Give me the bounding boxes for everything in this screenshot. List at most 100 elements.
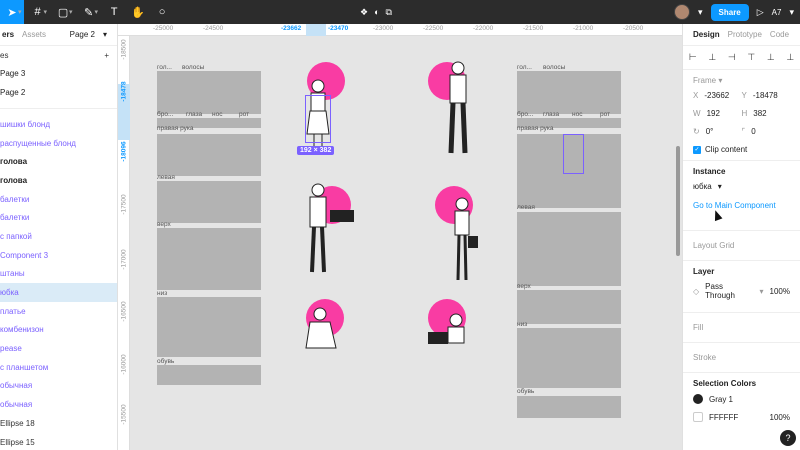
color-swatch[interactable] (693, 412, 703, 422)
layout-grid-section: Layout Grid (683, 231, 800, 261)
shoes-frame[interactable] (517, 396, 621, 418)
color-swatch[interactable] (693, 394, 703, 404)
layer-item[interactable]: с папкой (0, 227, 117, 246)
fill-title[interactable]: Fill (693, 323, 790, 332)
align-left-icon[interactable]: ⊢ (689, 52, 697, 63)
chevron-down-icon[interactable]: ▾ (69, 8, 73, 16)
y-label: Y (741, 91, 747, 100)
character-laptop[interactable] (302, 180, 358, 280)
tab-layers[interactable]: ers (2, 30, 14, 39)
chevron-down-icon[interactable]: ▾ (18, 8, 22, 16)
character-standing[interactable] (436, 58, 476, 158)
label-nose: нос (212, 111, 223, 118)
chevron-down-icon[interactable]: ▾ (698, 7, 703, 18)
shoes-frame[interactable] (157, 365, 261, 385)
character-desk[interactable] (426, 312, 474, 348)
ruler-tick: -16500 (120, 301, 128, 322)
text-icon[interactable]: T (102, 0, 126, 24)
w-field[interactable]: 192 (707, 109, 720, 118)
comment-icon[interactable]: ○ (150, 0, 174, 24)
layer-item[interactable]: голова (0, 171, 117, 190)
layer-item[interactable]: обычная (0, 395, 117, 414)
label-left-hand: левая (517, 204, 535, 211)
layer-item[interactable]: Ellipse 15 (0, 433, 117, 450)
tops-frame[interactable] (157, 228, 261, 290)
color-opacity[interactable]: 100% (770, 413, 790, 422)
layer-item[interactable]: шишки блонд (0, 115, 117, 134)
x-field[interactable]: -23662 (704, 91, 729, 100)
layer-item[interactable]: юбка (0, 283, 117, 302)
zoom-level[interactable]: A7 (772, 8, 782, 17)
page-item[interactable]: Page 2 (0, 83, 117, 102)
selection-box[interactable] (305, 95, 331, 143)
selection-color-row[interactable]: FFFFFF 100% (693, 412, 790, 422)
canvas-scrollbar[interactable] (676, 146, 680, 256)
align-center-h-icon[interactable]: ⊥ (708, 52, 716, 63)
tops-frame[interactable] (517, 290, 621, 324)
opacity-field[interactable]: 100% (770, 287, 790, 296)
bottoms-frame[interactable] (157, 297, 261, 357)
heads-frame[interactable] (517, 71, 621, 114)
align-right-icon[interactable]: ⊣ (728, 52, 736, 63)
align-center-v-icon[interactable]: ⊥ (767, 52, 775, 63)
chevron-down-icon[interactable]: ▾ (95, 8, 99, 16)
go-to-main-component-link[interactable]: Go to Main Component (693, 201, 790, 210)
layer-item[interactable]: распущенные блонд (0, 134, 117, 153)
layer-item[interactable]: обычная (0, 377, 117, 396)
tab-design[interactable]: Design (693, 30, 720, 39)
layer-item[interactable]: платье (0, 302, 117, 321)
rotation-field[interactable]: 0° (706, 127, 714, 136)
instance-dropdown[interactable]: юбка ▾ (693, 182, 790, 191)
layer-item[interactable]: голова (0, 152, 117, 171)
chevron-down-icon[interactable]: ▾ (44, 8, 48, 16)
layer-item[interactable]: балетки (0, 190, 117, 209)
label-bottom: низ (157, 290, 168, 297)
left-hands-frame[interactable] (517, 212, 621, 286)
left-hands-frame[interactable] (157, 181, 261, 223)
blend-mode-dropdown[interactable]: Pass Through (705, 282, 753, 300)
layers-panel: ers Assets Page 2 ▾ es + Page 3 Page 2 ши… (0, 24, 118, 450)
layer-item[interactable]: с планшетом (0, 358, 117, 377)
share-button[interactable]: Share (710, 3, 749, 21)
layer-item[interactable]: штаны (0, 265, 117, 284)
ruler-tick: -17500 (120, 194, 128, 215)
selection-color-row[interactable]: Gray 1 (693, 394, 790, 404)
right-hands-frame[interactable] (157, 134, 261, 176)
component-icon[interactable]: ❖ (360, 7, 368, 18)
boolean-icon[interactable]: ⧉ (386, 7, 392, 18)
tab-assets[interactable]: Assets (22, 30, 46, 39)
layer-item[interactable]: Ellipse 18 (0, 414, 117, 433)
character-sitting[interactable] (302, 304, 348, 354)
chevron-down-icon[interactable]: ▾ (789, 7, 794, 18)
avatar[interactable] (673, 4, 690, 20)
label-eyes: глаза (186, 111, 203, 118)
layer-item[interactable]: комбенизон (0, 321, 117, 340)
layout-grid-title[interactable]: Layout Grid (693, 241, 790, 250)
align-top-icon[interactable]: ⊤ (747, 52, 755, 63)
hand-icon[interactable]: ✋ (126, 0, 150, 24)
chevron-down-icon[interactable]: ▾ (103, 30, 107, 39)
help-icon[interactable]: ? (780, 430, 796, 446)
page-item[interactable]: Page 3 (0, 64, 117, 83)
radius-field[interactable]: 0 (751, 127, 755, 136)
canvas[interactable]: гол... волосы бро... глаза нос рот права… (130, 36, 682, 450)
page-selector[interactable]: Page 2 (70, 30, 95, 39)
clip-content-checkbox[interactable]: ✓ Clip content (693, 145, 790, 154)
present-icon[interactable]: ▷ (757, 7, 764, 18)
tab-prototype[interactable]: Prototype (728, 30, 762, 39)
character-folder[interactable] (448, 196, 482, 286)
layer-item[interactable]: pease (0, 339, 117, 358)
frame-dropdown[interactable]: Frame ▾ (693, 76, 790, 85)
layer-item[interactable]: Component 3 (0, 246, 117, 265)
stroke-title[interactable]: Stroke (693, 353, 790, 362)
heads-frame[interactable] (157, 71, 261, 114)
bottoms-frame[interactable] (517, 328, 621, 388)
y-field[interactable]: -18478 (753, 91, 778, 100)
hover-box[interactable] (563, 134, 584, 174)
add-page-icon[interactable]: + (104, 51, 109, 60)
mask-icon[interactable]: ◐ (374, 7, 379, 17)
tab-code[interactable]: Code (770, 30, 789, 39)
h-field[interactable]: 382 (753, 109, 766, 118)
layer-item[interactable]: балетки (0, 208, 117, 227)
align-bottom-icon[interactable]: ⊥ (786, 52, 794, 63)
